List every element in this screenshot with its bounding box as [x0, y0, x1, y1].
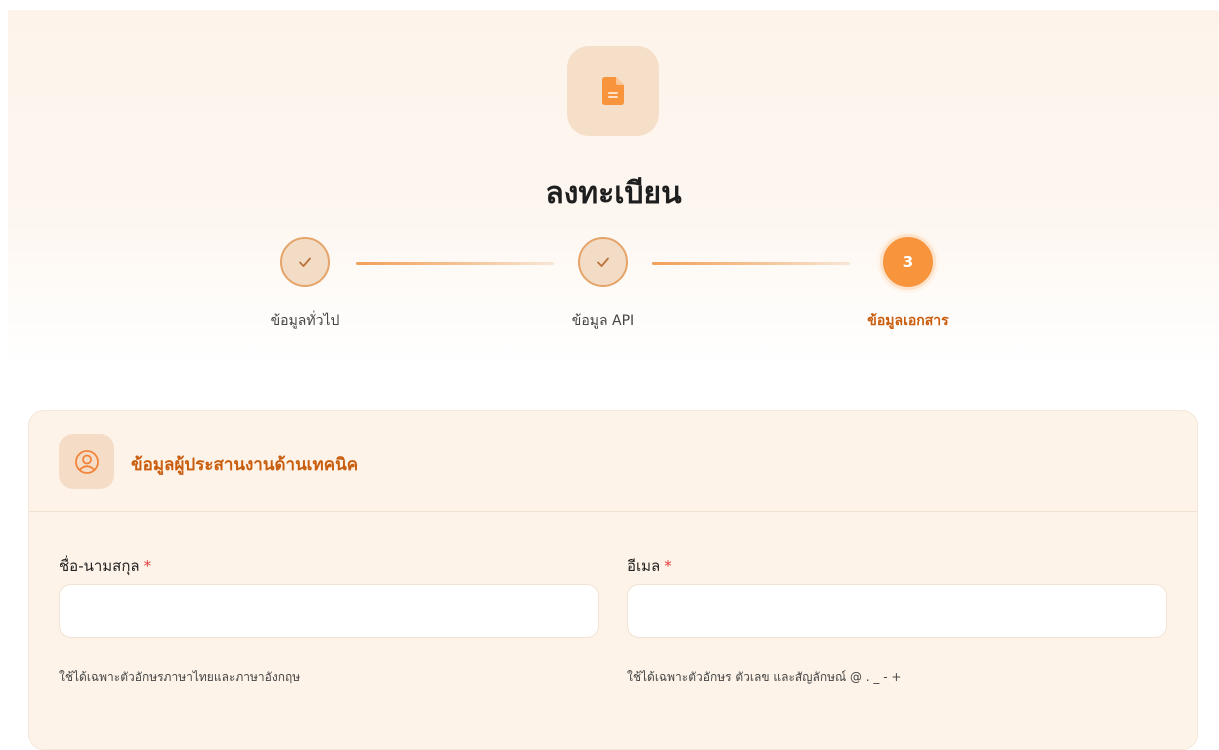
- document-icon: [567, 46, 659, 136]
- step-connector-2: [652, 262, 850, 265]
- registration-header: ลงทะเบียน ข้อมูลทั่วไป ข้อมูล API 3 ข้อม…: [8, 10, 1219, 365]
- email-field-hint: ใช้ได้เฉพาะตัวอักษร ตัวเลข และสัญลักษณ์ …: [627, 670, 902, 684]
- step-1-completed[interactable]: [280, 237, 330, 287]
- section-title: ข้อมูลผู้ประสานงานด้านเทคนิค: [131, 455, 359, 475]
- technical-contact-section: ข้อมูลผู้ประสานงานด้านเทคนิค ชื่อ-นามสกุ…: [28, 410, 1198, 750]
- email-label-text: อีเมล: [627, 557, 661, 575]
- required-mark: *: [143, 557, 152, 575]
- step-connector-1: [356, 262, 554, 265]
- name-field-hint: ใช้ได้เฉพาะตัวอักษรภาษาไทยและภาษาอังกฤษ: [59, 670, 301, 684]
- step-3-label: ข้อมูลเอกสาร: [867, 313, 949, 329]
- step-3-number: 3: [902, 253, 914, 271]
- section-header: ข้อมูลผู้ประสานงานด้านเทคนิค: [29, 411, 1197, 512]
- name-label-text: ชื่อ-นามสกุล: [59, 557, 140, 575]
- step-2-label: ข้อมูล API: [571, 313, 635, 329]
- email-field-label: อีเมล *: [627, 554, 672, 578]
- required-mark: *: [664, 557, 672, 575]
- step-2-completed[interactable]: [578, 237, 628, 287]
- email-input[interactable]: [627, 584, 1167, 638]
- check-icon: [597, 257, 609, 267]
- page-title: ลงทะเบียน: [545, 176, 682, 211]
- user-circle-icon: [59, 434, 114, 489]
- step-3-current[interactable]: 3: [880, 234, 936, 290]
- step-1-label: ข้อมูลทั่วไป: [270, 313, 340, 329]
- full-name-input[interactable]: [59, 584, 599, 638]
- check-icon: [299, 257, 311, 267]
- name-field-label: ชื่อ-นามสกุล *: [59, 554, 151, 578]
